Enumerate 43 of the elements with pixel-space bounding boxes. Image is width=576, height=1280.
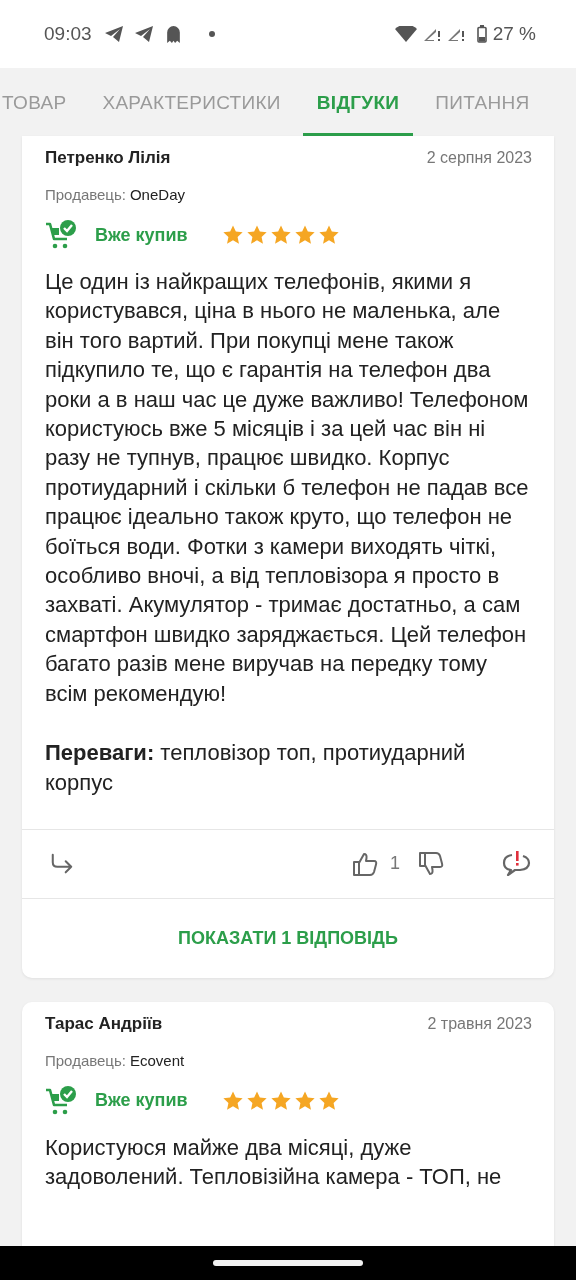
reply-icon[interactable] — [50, 851, 74, 876]
star-icon — [317, 224, 340, 246]
cart-check-icon — [45, 219, 77, 251]
star-icon — [269, 224, 292, 246]
paper-plane-icon — [133, 24, 154, 44]
star-icon — [221, 224, 244, 246]
paper-plane-icon — [103, 24, 124, 44]
review-text: Це один із найкращих телефонів, якими я користувався, ціна в нього не маленька, але він того вартий. При покупці мене також підкупило те, що є гарантія на телефон два роки а в наш час це дуже важливо! Телефоном користуюсь вже 5 місяців і за цей час він ні разу не тупнув, працює швидко. Корпус протиударний і скільки б телефон не падав все працює ідеально також круто, що телефон не боїться води. Фотки з камери виходять чіткі, особливо вночі, а від тепловізора я просто в захваті. Акумулятор - тримає достатньо, а сам смартфон швидко заряджається. Цей телефон багато разів мене виручав на передку тому всім рекомендую! — [45, 268, 530, 708]
thumbs-up-icon[interactable] — [352, 850, 378, 877]
pros-text: Переваги: тепловізор топ, протиударний корпус — [45, 739, 467, 797]
status-time: 09:03 — [44, 23, 92, 45]
cart-check-icon — [45, 1084, 77, 1117]
tab[interactable]: ПИТАННЯ — [421, 68, 544, 136]
star-icon — [317, 1089, 340, 1112]
show-replies-button[interactable]: ПОКАЗАТИ 1 ВІДПОВІДЬ — [22, 897, 554, 978]
ghost-icon — [165, 24, 181, 44]
star-icon — [293, 1089, 316, 1112]
like-count: 1 — [390, 853, 400, 875]
seller-label: Продавець: — [45, 186, 126, 203]
report-comment-icon[interactable] — [502, 849, 532, 878]
battery-percent: 27 % — [492, 23, 536, 45]
seller-name: Ecovent — [129, 1051, 185, 1069]
star-icon — [245, 224, 268, 246]
review-date: 2 травня 2023 — [427, 1014, 532, 1033]
wifi-icon — [394, 26, 417, 42]
tab[interactable]: ТОВАР — [0, 68, 81, 136]
star-icon — [293, 224, 316, 246]
author-name: Тарас Андріїв — [45, 1013, 163, 1034]
battery-icon — [476, 25, 487, 43]
tab[interactable]: ХАРАКТЕРИСТИКИ — [88, 68, 295, 136]
star-icon — [269, 1089, 292, 1112]
purchased-label: Вже купив — [95, 224, 188, 246]
star-icon — [245, 1089, 268, 1112]
star-icon — [221, 1089, 244, 1112]
notification-dot-icon — [208, 31, 215, 37]
purchased-label: Вже купив — [95, 1090, 188, 1112]
seller-name: OneDay — [129, 186, 185, 203]
review-date: 2 серпня 2023 — [426, 149, 532, 167]
author-name: Петренко Лілія — [45, 148, 171, 168]
review-text: Користуюся майже два місяці, дуже задоволений. Тепловізійна камера - ТОП, не — [45, 1133, 503, 1192]
home-handle[interactable] — [213, 1260, 363, 1266]
seller-label: Продавець: — [45, 1051, 126, 1069]
thumbs-down-icon[interactable] — [418, 850, 444, 877]
